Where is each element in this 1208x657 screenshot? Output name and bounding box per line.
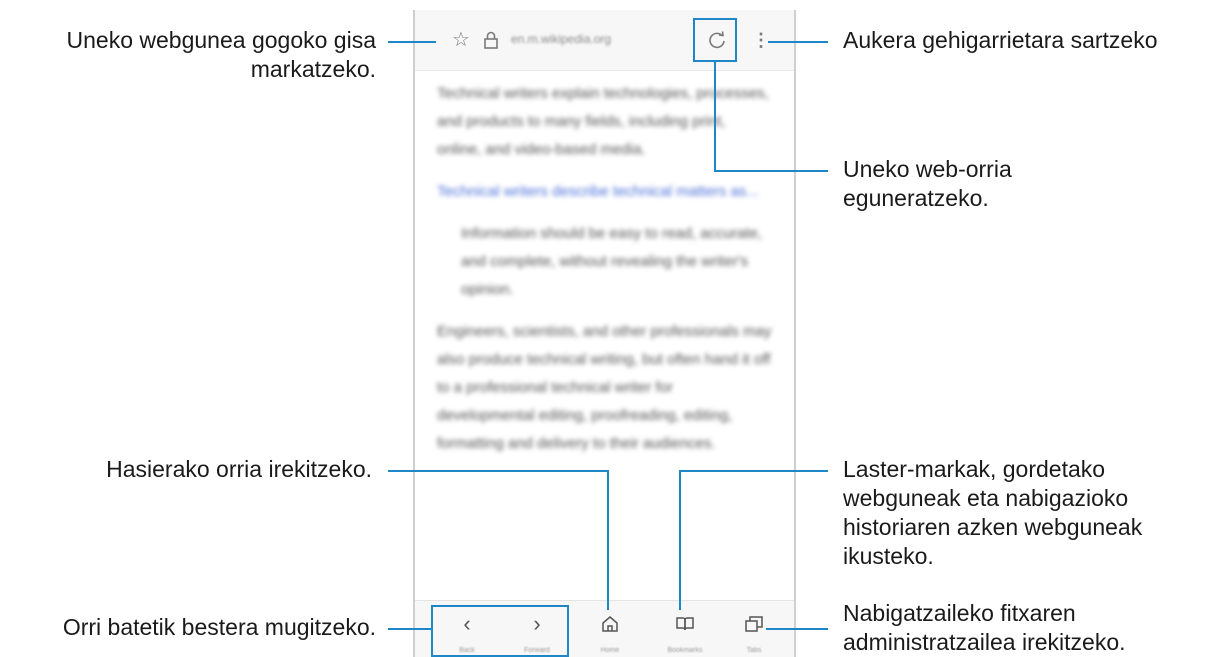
refresh-highlight <box>693 18 737 62</box>
callout-line-text: Nabigatzaileko fitxaren <box>843 600 1076 626</box>
home-callout-line <box>388 470 609 472</box>
home-callout-line-vertical <box>607 470 609 610</box>
callout-line-text: Hasierako orria irekitzeko. <box>106 456 372 482</box>
bookmarks-callout-line-vertical <box>679 470 681 610</box>
tabs-icon <box>745 616 763 632</box>
callout-line-text: Uneko web-orria <box>843 156 1012 182</box>
book-icon <box>676 617 694 631</box>
more-vertical-icon[interactable]: ⋮ <box>749 28 773 52</box>
bookmarks-label: Bookmarks <box>667 647 703 654</box>
bookmark-callout-line <box>388 41 436 43</box>
navigation-highlight <box>431 605 569 657</box>
url-text[interactable]: en.m.wikipedia.org <box>511 32 611 46</box>
content-quote: Information should be easy to read, accu… <box>461 225 763 298</box>
callout-line-text: Aukera gehigarrietara sartzeko <box>843 27 1158 53</box>
callout-line-text: eguneratzeko. <box>843 185 989 211</box>
page-content: Technical writers explain technologies, … <box>437 80 772 597</box>
lock-icon <box>479 28 503 52</box>
more-options-callout: Aukera gehigarrietara sartzeko <box>843 26 1158 55</box>
more-options-callout-line <box>768 41 828 43</box>
callout-line-text: webguneak eta nabigazioko <box>843 485 1129 511</box>
bookmark-callout: Uneko webgunea gogoko gisa markatzeko. <box>67 26 376 84</box>
navigate-callout: Orri batetik bestera mugitzeko. <box>63 613 376 642</box>
address-bar: ☆ en.m.wikipedia.org ⋮ <box>415 10 794 71</box>
home-button[interactable]: Home <box>590 609 630 654</box>
content-paragraph: Technical writers explain technologies, … <box>437 85 769 158</box>
bookmarks-callout: Laster-markak, gordetako webguneak eta n… <box>843 455 1142 571</box>
callout-line-text: ikusteko. <box>843 543 934 569</box>
home-label: Home <box>600 647 620 654</box>
refresh-callout-line <box>714 170 828 172</box>
home-callout: Hasierako orria irekitzeko. <box>106 455 372 484</box>
callout-line-text: historiaren azken webguneak <box>843 514 1143 540</box>
navigate-callout-line <box>388 628 431 630</box>
refresh-callout: Uneko web-orria eguneratzeko. <box>843 155 1012 213</box>
browser-screen: ☆ en.m.wikipedia.org ⋮ Technical writers… <box>413 10 796 657</box>
callout-line-text: Laster-markak, gordetako <box>843 456 1106 482</box>
refresh-callout-line-vertical <box>714 62 716 172</box>
content-paragraph[interactable]: Technical writers describe technical mat… <box>437 178 772 206</box>
tabs-callout: Nabigatzaileko fitxaren administratzaile… <box>843 599 1126 657</box>
callout-line-text: Uneko webgunea gogoko gisa <box>66 27 376 53</box>
callout-line-text: Orri batetik bestera mugitzeko. <box>62 614 376 640</box>
tabs-label: Tabs <box>746 647 762 654</box>
bookmarks-callout-line <box>679 470 828 472</box>
bookmarks-button[interactable]: Bookmarks <box>665 609 705 654</box>
callout-line-text: administratzailea irekitzeko. <box>843 629 1126 655</box>
tabs-callout-line <box>766 628 828 630</box>
callout-line-text: markatzeko. <box>250 56 376 82</box>
content-paragraph: Engineers, scientists, and other profess… <box>437 323 772 452</box>
home-icon <box>602 616 618 632</box>
star-icon[interactable]: ☆ <box>449 28 473 52</box>
